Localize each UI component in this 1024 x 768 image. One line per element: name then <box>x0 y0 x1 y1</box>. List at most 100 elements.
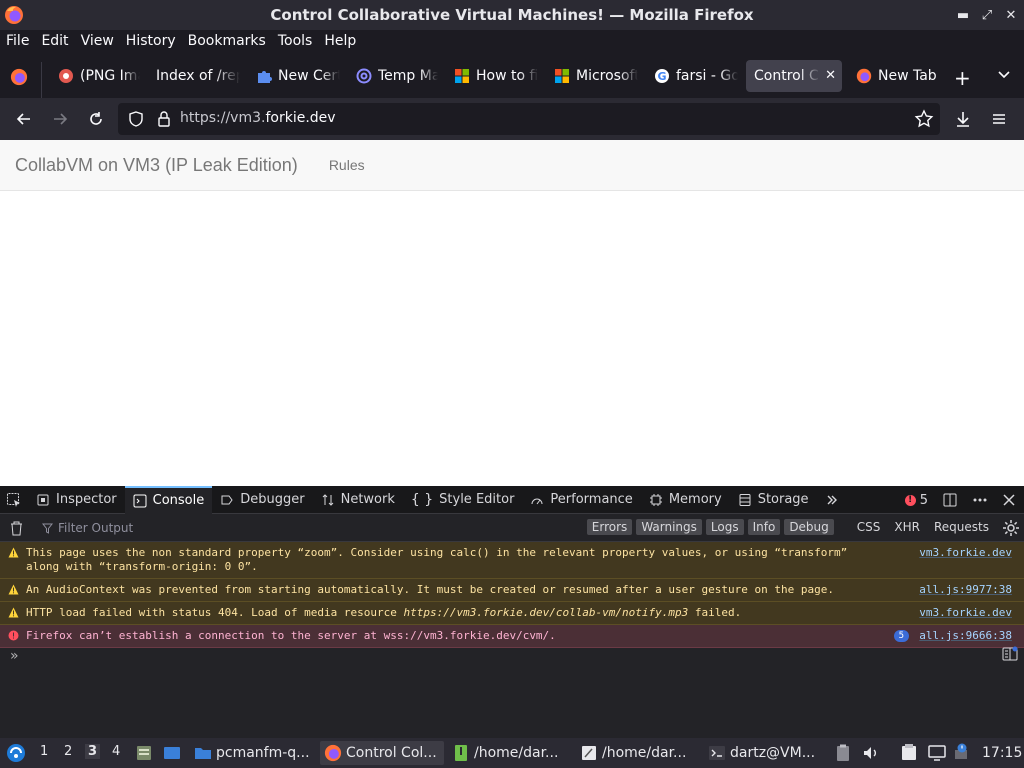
menu-history[interactable]: History <box>126 33 176 49</box>
volume-icon[interactable] <box>862 744 880 762</box>
tab-new-tab[interactable]: New Tab <box>848 60 944 92</box>
menu-file[interactable]: File <box>6 33 29 49</box>
tab-console[interactable]: Console <box>124 485 213 514</box>
filter-info-button[interactable]: Info <box>747 519 781 535</box>
taskbar-item-pcmanfm[interactable]: pcmanfm-q... <box>194 741 314 765</box>
menu-edit[interactable]: Edit <box>41 33 68 49</box>
element-picker-icon[interactable] <box>0 486 28 514</box>
close-window-icon[interactable]: ✕ <box>1004 6 1018 24</box>
responsive-design-icon[interactable] <box>942 492 958 508</box>
tab-memory[interactable]: Memory <box>641 486 730 514</box>
taskbar-item-firefox[interactable]: Control Col... <box>320 741 444 765</box>
console-message-warning[interactable]: This page uses the non standard property… <box>0 542 1024 579</box>
tab-separator <box>41 62 42 102</box>
png-icon <box>59 69 73 83</box>
tab-storage[interactable]: Storage <box>730 486 817 514</box>
rules-link[interactable]: Rules <box>329 157 365 173</box>
page-brand[interactable]: CollabVM on VM3 (IP Leak Edition) <box>15 155 298 176</box>
tab-network[interactable]: Network <box>313 486 403 514</box>
more-options-icon[interactable] <box>972 492 988 508</box>
tab-debugger[interactable]: Debugger <box>212 486 312 514</box>
console-filter-bar: Filter Output Errors Warnings Logs Info … <box>0 514 1024 542</box>
storage-icon <box>739 493 751 506</box>
menu-bookmarks[interactable]: Bookmarks <box>188 33 266 49</box>
close-devtools-icon[interactable] <box>1002 493 1016 507</box>
page-navbar: CollabVM on VM3 (IP Leak Edition) Rules <box>0 140 1024 191</box>
at-icon <box>356 68 372 84</box>
new-tab-plus-icon[interactable]: + <box>954 66 971 90</box>
bookmark-star-icon[interactable] <box>914 109 934 129</box>
trash-icon[interactable] <box>9 520 24 536</box>
filter-debug-button[interactable]: Debug <box>784 519 834 535</box>
tab-temp-mail[interactable]: Temp Mail <box>348 60 438 92</box>
message-source-link[interactable]: all.js:9666:38 <box>919 629 1012 643</box>
workspace-4[interactable]: 4 <box>112 744 120 759</box>
console-message-warning[interactable]: An AudioContext was prevented from start… <box>0 579 1024 602</box>
tab-control-collaborative[interactable]: Control Collaborative ✕ <box>746 60 842 92</box>
message-source-link[interactable]: vm3.forkie.dev <box>919 546 1012 560</box>
more-tools-chevron-icon[interactable] <box>817 486 847 514</box>
notes-tray-icon[interactable] <box>899 743 919 763</box>
list-all-tabs-chevron-icon[interactable] <box>996 66 1012 82</box>
tab-style-editor[interactable]: { } Style Editor <box>403 486 523 514</box>
tab-inspector[interactable]: Inspector <box>28 486 125 514</box>
file-manager-launcher-icon[interactable] <box>134 743 154 763</box>
tab-how-to-fix[interactable]: How to fix <box>446 60 538 92</box>
url-text[interactable]: https://vm3.forkie.dev <box>180 110 336 126</box>
start-menu-icon[interactable] <box>6 743 26 763</box>
filter-css-button[interactable]: CSS <box>852 519 886 535</box>
microsoft-icon <box>555 69 569 83</box>
display-tray-icon[interactable] <box>927 744 947 762</box>
repeat-count-badge: 5 <box>893 630 909 642</box>
workspace-1[interactable]: 1 <box>40 744 48 759</box>
lock-icon[interactable] <box>156 110 172 128</box>
firefox-view-icon[interactable] <box>10 68 28 86</box>
hamburger-menu-icon[interactable] <box>988 108 1010 130</box>
filter-requests-button[interactable]: Requests <box>929 519 994 535</box>
menu-help[interactable]: Help <box>324 33 356 49</box>
filter-errors-button[interactable]: Errors <box>586 519 633 535</box>
network-tray-icon[interactable] <box>953 742 973 762</box>
restore-icon[interactable]: ⤢ <box>980 6 994 24</box>
tracking-protection-shield-icon[interactable] <box>128 111 144 127</box>
editor-mode-toggle-icon[interactable] <box>1002 646 1018 662</box>
taskbar-item-archive[interactable]: /home/dar... <box>452 741 572 765</box>
minimize-icon[interactable]: ▬ <box>956 6 970 24</box>
tab-index-of[interactable]: Index of /rep <box>148 60 240 92</box>
devtools-toolbar: Inspector Console Debugger Network { } S… <box>0 485 1024 514</box>
downloads-icon[interactable] <box>952 108 974 130</box>
taskbar-item-terminal[interactable]: dartz@VM... <box>708 741 828 765</box>
error-count-badge[interactable]: ! 5 <box>904 493 928 508</box>
tab-microsoft[interactable]: Microsoft <box>546 60 638 92</box>
filter-warnings-button[interactable]: Warnings <box>636 519 702 535</box>
console-settings-gear-icon[interactable] <box>1002 519 1020 537</box>
workspace-2[interactable]: 2 <box>64 744 72 759</box>
menu-tools[interactable]: Tools <box>278 33 313 49</box>
tab-farsi-google[interactable]: G farsi - Google <box>646 60 738 92</box>
tab-performance[interactable]: Performance <box>522 486 640 514</box>
media-resource-url[interactable]: https://vm3.forkie.dev/collab-vm/notify.… <box>404 606 689 619</box>
close-tab-icon[interactable]: ✕ <box>825 68 836 83</box>
performance-gauge-icon <box>531 498 543 504</box>
filter-logs-button[interactable]: Logs <box>705 519 744 535</box>
console-message-error[interactable]: Firefox can’t establish a connection to … <box>0 625 1024 648</box>
console-message-warning[interactable]: HTTP load failed with status 404. Load o… <box>0 602 1024 625</box>
show-desktop-icon[interactable] <box>162 743 182 763</box>
message-source-link[interactable]: vm3.forkie.dev <box>919 606 1012 620</box>
workspace-3[interactable]: 3 <box>85 744 101 759</box>
tab-new-certificate[interactable]: New Certificate <box>248 60 340 92</box>
reload-icon[interactable] <box>85 108 107 130</box>
clock[interactable]: 17:15 <box>982 741 1022 765</box>
filter-output-input[interactable]: Filter Output <box>58 521 133 535</box>
url-bar[interactable]: https://vm3.forkie.dev <box>118 103 940 135</box>
console-input-prompt[interactable]: » <box>10 648 19 664</box>
forward-arrow-icon[interactable] <box>49 108 71 130</box>
tab-png-image[interactable]: (PNG Image <box>50 60 140 92</box>
window-titlebar: Control Collaborative Virtual Machines! … <box>0 0 1024 30</box>
clipboard-tray-icon[interactable] <box>836 744 850 762</box>
filter-xhr-button[interactable]: XHR <box>889 519 925 535</box>
back-arrow-icon[interactable] <box>13 108 35 130</box>
message-source-link[interactable]: all.js:9977:38 <box>919 583 1012 597</box>
menu-view[interactable]: View <box>81 33 114 49</box>
taskbar-item-text-editor[interactable]: /home/dar... <box>580 741 700 765</box>
